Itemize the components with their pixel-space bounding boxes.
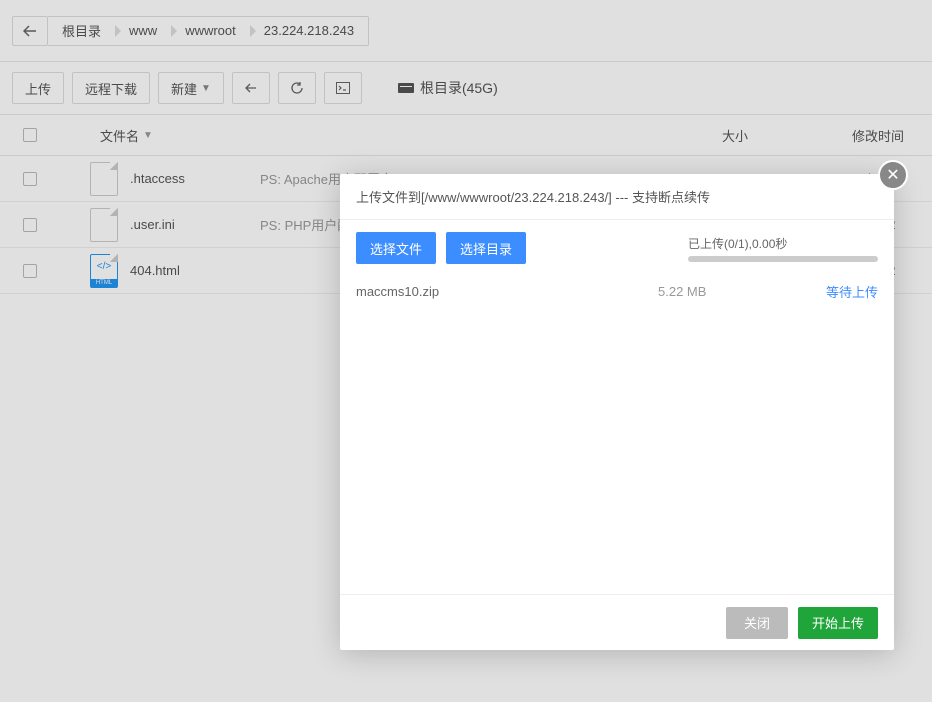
close-icon[interactable]: ✕ bbox=[878, 160, 908, 190]
dialog-start-button[interactable]: 开始上传 bbox=[798, 607, 878, 639]
select-file-button[interactable]: 选择文件 bbox=[356, 232, 436, 264]
progress-bar bbox=[688, 256, 878, 262]
upload-file-name: maccms10.zip bbox=[356, 284, 658, 299]
progress-label: 已上传(0/1),0.00秒 bbox=[688, 235, 878, 252]
upload-file-size: 5.22 MB bbox=[658, 284, 798, 299]
upload-file-status[interactable]: 等待上传 bbox=[798, 282, 878, 301]
upload-file-row: maccms10.zip 5.22 MB 等待上传 bbox=[356, 276, 878, 306]
dialog-title: 上传文件到[/www/wwwroot/23.224.218.243/] --- … bbox=[340, 174, 894, 220]
dialog-close-button[interactable]: 关闭 bbox=[726, 607, 788, 639]
select-dir-button[interactable]: 选择目录 bbox=[446, 232, 526, 264]
upload-dialog: ✕ 上传文件到[/www/wwwroot/23.224.218.243/] --… bbox=[340, 174, 894, 650]
